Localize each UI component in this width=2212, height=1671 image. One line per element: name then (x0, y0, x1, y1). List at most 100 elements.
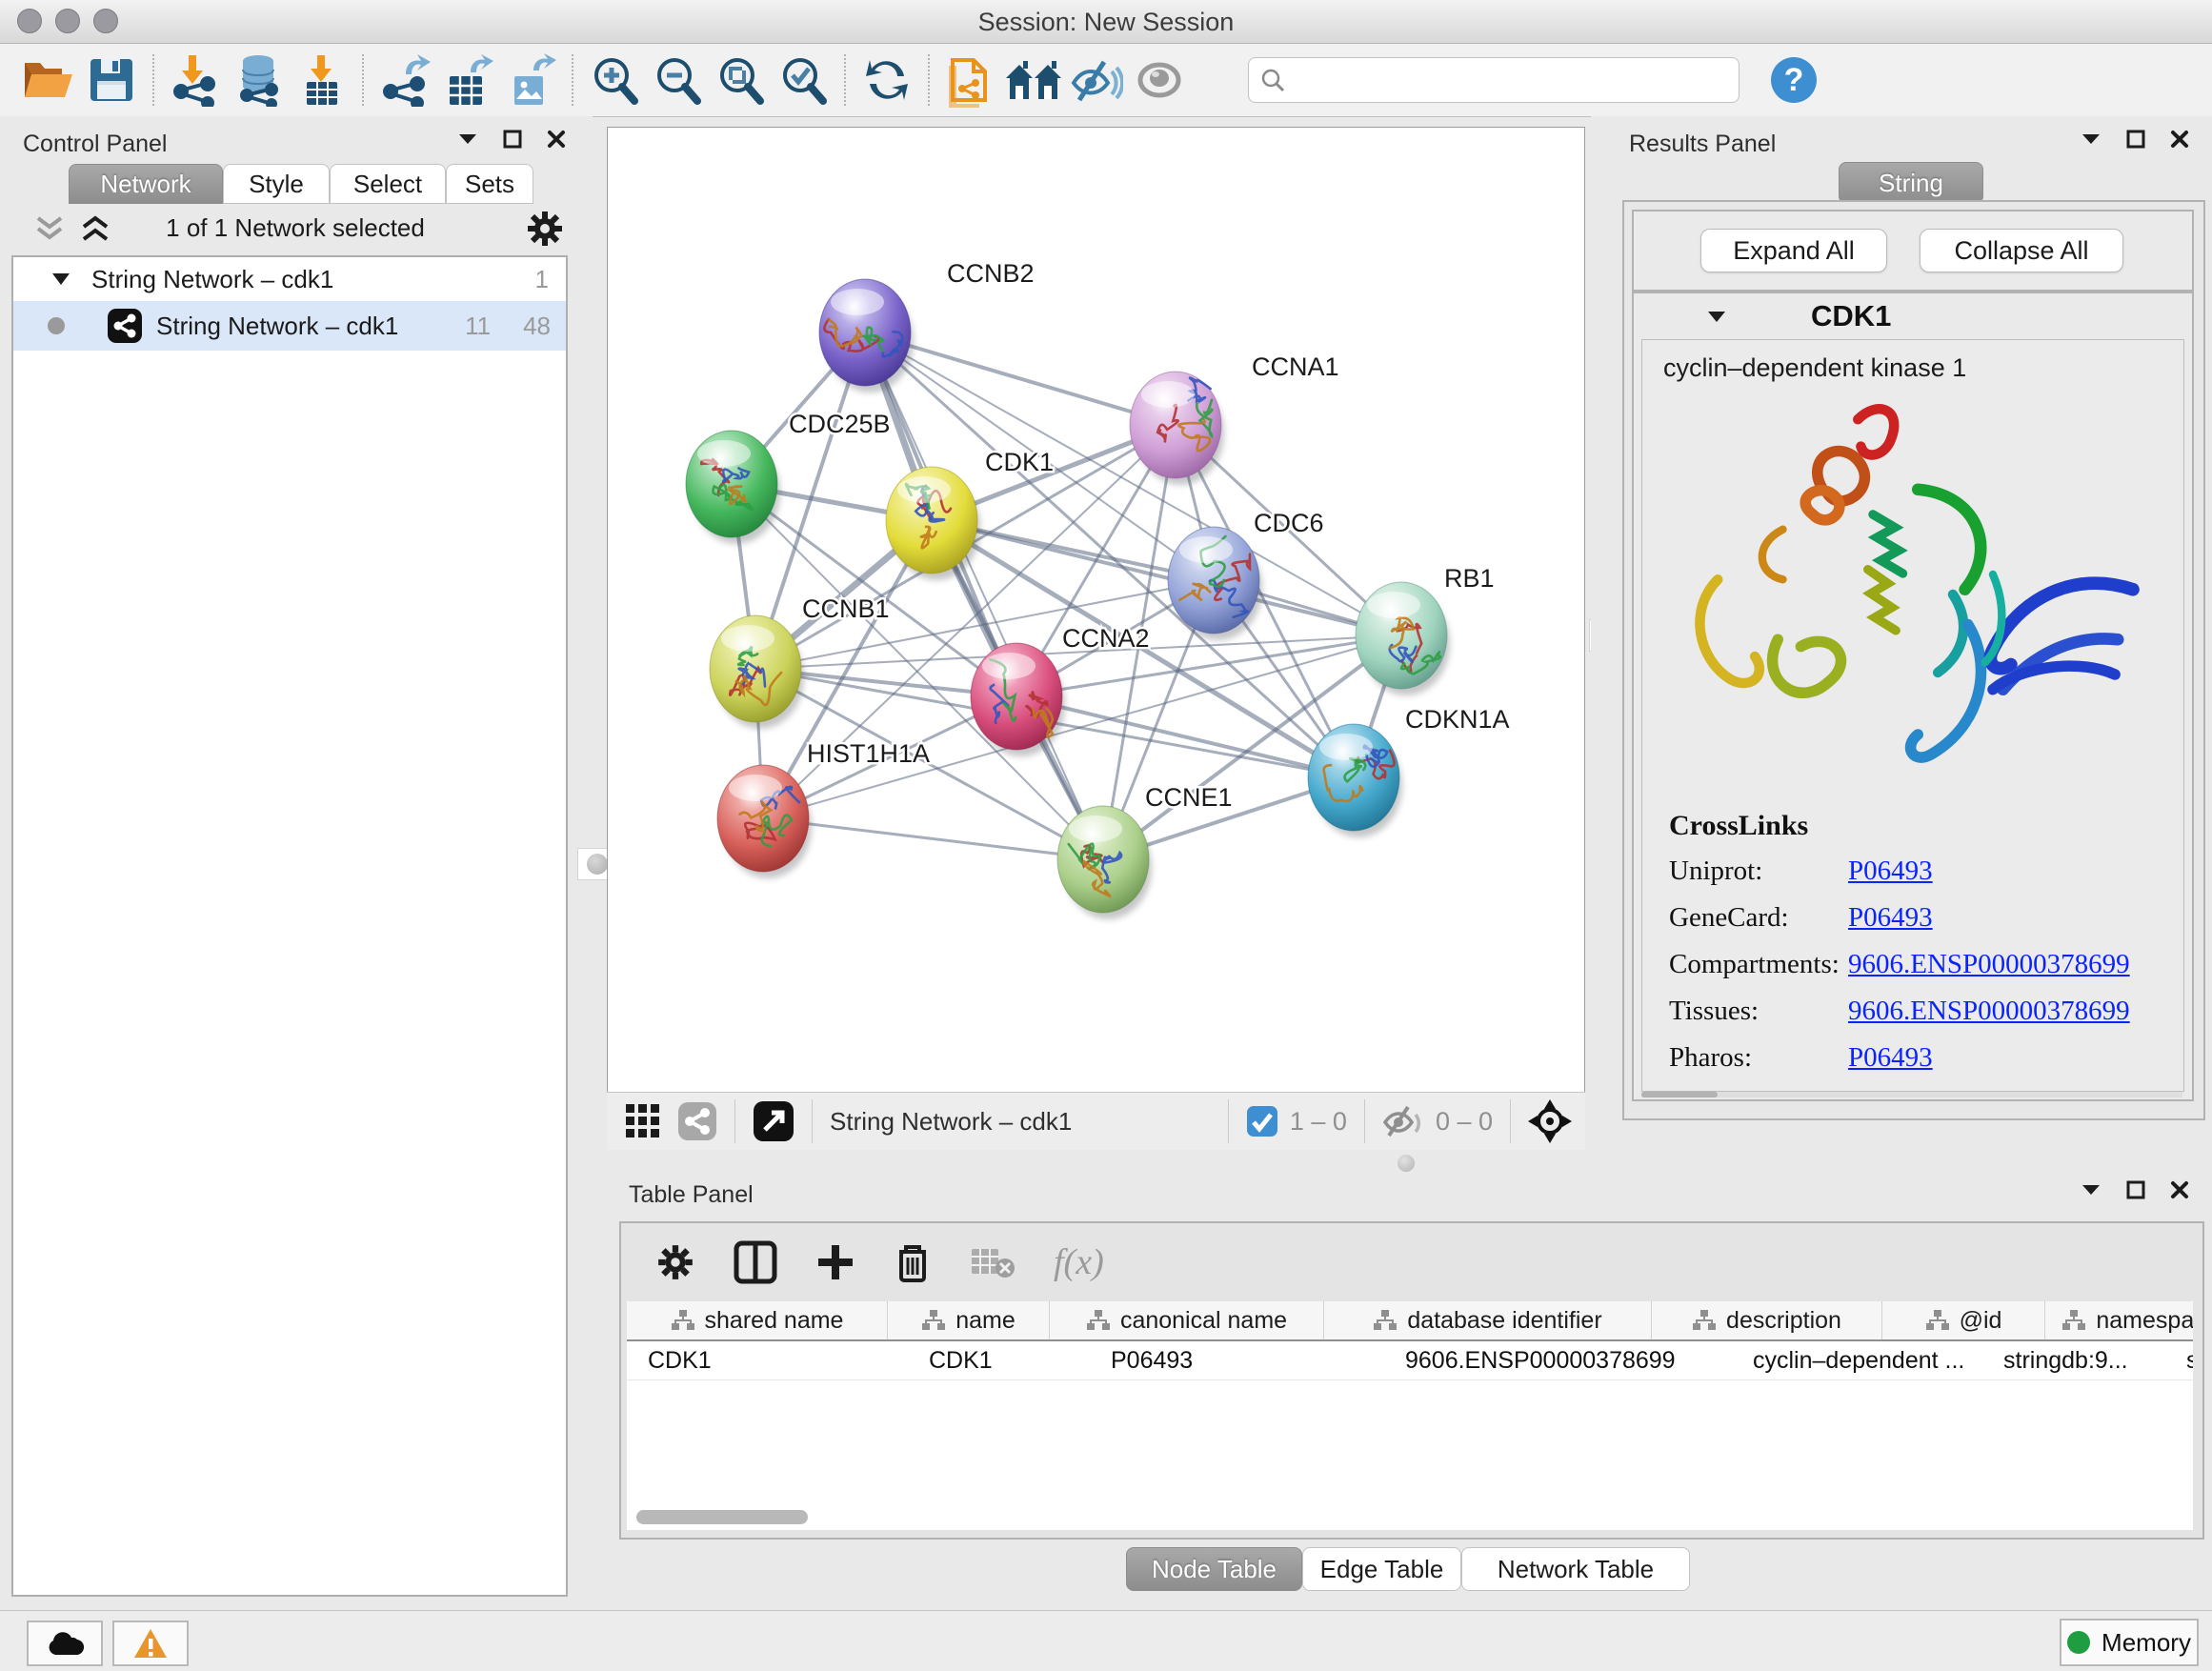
table-gear-icon[interactable] (655, 1242, 695, 1282)
expand-all-button[interactable]: Expand All (1700, 229, 1887, 272)
table-cell[interactable]: stringdb:9... (1982, 1341, 2165, 1379)
tab-sets[interactable]: Sets (446, 164, 533, 204)
show-all-button[interactable] (1128, 49, 1191, 111)
node-label-CDK1: CDK1 (985, 448, 1054, 476)
tree-expand-icon[interactable] (51, 272, 70, 286)
crosslink-link[interactable]: P06493 (1848, 902, 1933, 934)
network-node-CDC6[interactable]: CDC6 (1168, 509, 1324, 640)
table-cell[interactable]: stringdb (2165, 1341, 2193, 1379)
network-node-CCNB1[interactable]: CCNB1 (710, 594, 890, 729)
add-column-icon[interactable] (815, 1242, 855, 1282)
fit-content-crosshair-icon[interactable] (1528, 1099, 1572, 1143)
network-share-toggle-icon[interactable] (677, 1101, 717, 1141)
tab-style[interactable]: Style (223, 164, 330, 204)
save-session-button[interactable] (80, 49, 143, 111)
collapse-all-button[interactable]: Collapse All (1920, 229, 2123, 272)
column-header-name[interactable]: name (888, 1301, 1050, 1339)
close-panel-icon[interactable] (547, 130, 566, 149)
delete-column-icon[interactable] (894, 1240, 932, 1284)
network-node-CDC25B[interactable]: CDC25B (686, 410, 891, 544)
cloud-status-button[interactable] (27, 1621, 103, 1666)
table-cell[interactable]: P06493 (1090, 1341, 1384, 1379)
network-row[interactable]: String Network – cdk1 11 48 (13, 301, 566, 351)
crosslink-link[interactable]: 9606.ENSP00000378699 (1848, 949, 2130, 980)
column-header-description[interactable]: description (1652, 1301, 1882, 1339)
collapse-section-icon[interactable] (1706, 310, 1727, 324)
import-table-button[interactable] (290, 49, 352, 111)
zoom-in-button[interactable] (583, 49, 646, 111)
column-header-database-identifier[interactable]: database identifier (1324, 1301, 1652, 1339)
export-image-button[interactable] (499, 49, 562, 111)
horizontal-splitter-handle[interactable] (1398, 1155, 1415, 1172)
expand-all-icon[interactable] (78, 215, 112, 242)
network-node-CDKN1A[interactable]: CDKN1A (1308, 705, 1510, 837)
import-network-button[interactable] (164, 49, 227, 111)
hide-selected-button[interactable] (1065, 49, 1128, 111)
table-cell[interactable]: cyclin–dependent ... (1732, 1341, 1982, 1379)
tab-node-table[interactable]: Node Table (1126, 1547, 1302, 1591)
node-table: shared namenamecanonical namedatabase id… (627, 1301, 2193, 1530)
maximize-panel-icon[interactable] (2126, 1180, 2145, 1199)
table-cell[interactable]: 9606.ENSP00000378699 (1384, 1341, 1732, 1379)
table-cell[interactable]: CDK1 (627, 1341, 908, 1379)
crosslink-link[interactable]: P06493 (1848, 1042, 1933, 1074)
float-panel-icon[interactable] (457, 132, 478, 146)
gear-icon[interactable] (526, 210, 564, 248)
zoom-out-button[interactable] (646, 49, 709, 111)
table-row[interactable]: CDK1CDK1P064939606.ENSP00000378699cyclin… (627, 1341, 2193, 1380)
column-header-canonical-name[interactable]: canonical name (1050, 1301, 1324, 1339)
search-input[interactable] (1285, 66, 1727, 94)
close-panel-icon[interactable] (2170, 1180, 2189, 1199)
network-node-CCNE1[interactable]: CCNE1 (1057, 783, 1233, 919)
tab-network[interactable]: Network (69, 164, 223, 204)
select-columns-icon[interactable] (734, 1240, 777, 1284)
table-cell[interactable]: CDK1 (908, 1341, 1090, 1379)
float-panel-icon[interactable] (2081, 1183, 2101, 1197)
annotations-button[interactable] (939, 49, 1002, 111)
network-view[interactable]: CCNB2CCNA1CDC25BCDK1CDC6RB1CCNB1CCNA2CDK… (607, 127, 1585, 1093)
tab-edge-table[interactable]: Edge Table (1302, 1547, 1461, 1591)
close-panel-icon[interactable] (2170, 130, 2189, 149)
crosslink-link[interactable]: 9606.ENSP00000378699 (1848, 996, 2130, 1027)
float-panel-icon[interactable] (2081, 132, 2101, 146)
collapse-all-icon[interactable] (32, 215, 67, 242)
column-header-shared-name[interactable]: shared name (627, 1301, 888, 1339)
network-canvas-svg[interactable]: CCNB2CCNA1CDC25BCDK1CDC6RB1CCNB1CCNA2CDK… (608, 128, 1584, 1092)
maximize-panel-icon[interactable] (2126, 130, 2145, 149)
tab-string[interactable]: String (1839, 162, 1983, 204)
column-type-icon (671, 1309, 695, 1332)
crosslink-link[interactable]: P06493 (1848, 856, 1933, 887)
tab-network-table[interactable]: Network Table (1461, 1547, 1690, 1591)
import-database-button[interactable] (227, 49, 290, 111)
memory-button[interactable]: Memory (2060, 1619, 2199, 1666)
network-edge-HIST1H1A-CCNE1[interactable] (763, 818, 1103, 859)
export-table-button[interactable] (436, 49, 499, 111)
warnings-button[interactable] (112, 1621, 189, 1666)
node-label-CDC25B: CDC25B (789, 410, 891, 438)
zoom-fit-button[interactable] (709, 49, 772, 111)
home-button[interactable] (1002, 49, 1065, 111)
protein-card-scrollbar[interactable] (1641, 1092, 2182, 1097)
network-edge-CCNB2-CCNE1[interactable] (865, 332, 1103, 859)
network-collection-row[interactable]: String Network – cdk1 1 (13, 257, 566, 301)
column-header-namespace[interactable]: namespace (2045, 1301, 2193, 1339)
hidden-eye-icon[interactable] (1382, 1103, 1424, 1139)
network-node-CCNA1[interactable]: CCNA1 (1130, 352, 1339, 485)
column-header--id[interactable]: @id (1882, 1301, 2045, 1339)
network-node-HIST1H1A[interactable]: HIST1H1A (717, 739, 930, 878)
export-network-button[interactable] (373, 49, 436, 111)
network-node-RB1[interactable]: RB1 (1356, 564, 1495, 695)
tab-select[interactable]: Select (330, 164, 446, 204)
save-icon (89, 57, 134, 103)
network-edge-CDK1-RB1[interactable] (932, 520, 1401, 635)
open-in-window-icon[interactable] (753, 1100, 794, 1142)
apply-layout-button[interactable] (855, 49, 918, 111)
zoom-selected-button[interactable] (772, 49, 835, 111)
birdseye-grid-icon[interactable] (624, 1102, 662, 1140)
node-label-RB1: RB1 (1444, 564, 1495, 593)
maximize-panel-icon[interactable] (503, 130, 522, 149)
table-horizontal-scrollbar[interactable] (636, 1510, 808, 1524)
selected-checkbox-icon[interactable] (1246, 1105, 1278, 1137)
open-session-button[interactable] (17, 49, 80, 111)
help-button[interactable]: ? (1762, 49, 1825, 111)
